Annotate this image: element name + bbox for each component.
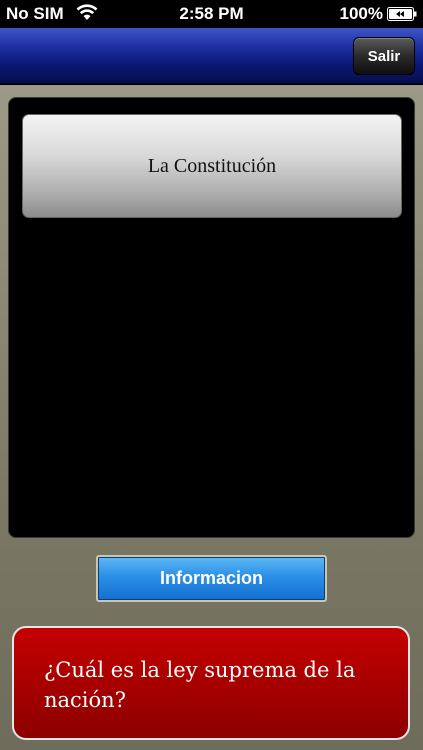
answer-card[interactable]: La Constitución (22, 114, 402, 218)
battery-icon (387, 7, 417, 21)
answer-panel: La Constitución (8, 97, 415, 538)
question-text: ¿Cuál es la ley suprema de la nación? (44, 658, 356, 712)
status-bar: No SIM 2:58 PM 100% (0, 0, 423, 28)
info-button[interactable]: Informacion (96, 555, 327, 602)
navigation-bar: Salir (0, 28, 423, 84)
battery-percent: 100% (339, 4, 383, 23)
app-screen: No SIM 2:58 PM 100% Salir La Constitució… (0, 0, 423, 750)
question-box: ¿Cuál es la ley suprema de la nación? (12, 626, 410, 740)
exit-button[interactable]: Salir (353, 37, 415, 75)
main-area: La Constitución Informacion ¿Cuál es la … (0, 85, 423, 750)
